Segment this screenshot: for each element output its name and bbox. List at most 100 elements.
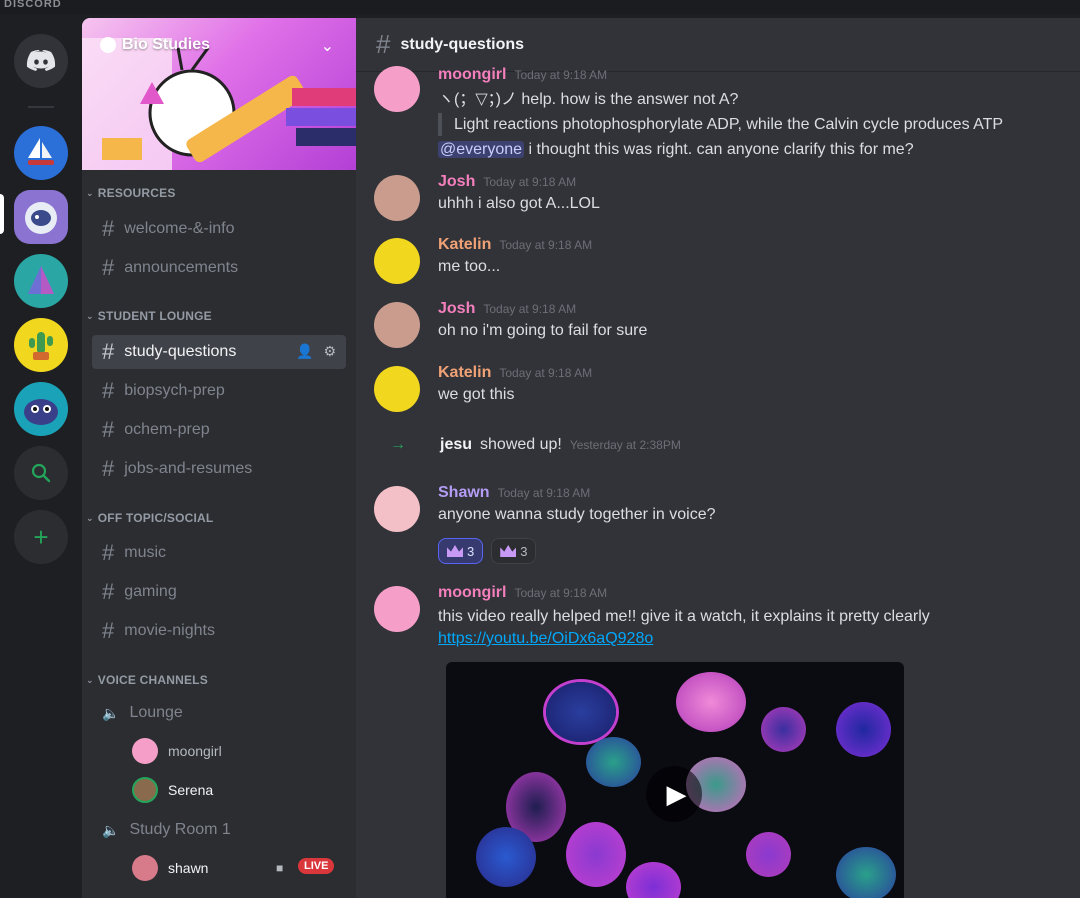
cell-image (566, 822, 626, 887)
avatar[interactable] (374, 175, 420, 221)
message-body: this video really helped me!! give it a … (438, 606, 930, 650)
category-resources[interactable]: ⌄ RESOURCES (86, 186, 176, 200)
chat-area: # study-questions moongirl Today at 9:18… (356, 18, 1080, 898)
server-shapes[interactable] (14, 254, 68, 308)
channel-gaming[interactable]: # gaming (92, 575, 346, 609)
channel-jobs[interactable]: # jobs-and-resumes (92, 452, 346, 486)
avatar[interactable] (374, 238, 420, 284)
hash-icon: # (376, 29, 391, 59)
hash-icon: # (102, 540, 115, 565)
voice-channel-study-room[interactable]: 🔈 Study Room 1 (92, 814, 346, 846)
explore-servers-button[interactable] (14, 446, 68, 500)
plus-icon: + (33, 522, 49, 552)
category-student-lounge[interactable]: ⌄ STUDENT LOUNGE (86, 309, 212, 323)
channel-music[interactable]: # music (92, 536, 346, 570)
channel-title: study-questions (400, 35, 525, 53)
username[interactable]: Katelin (438, 236, 491, 254)
cell-image (836, 847, 896, 898)
video-embed[interactable]: ▶ (446, 662, 904, 898)
channel-label: music (124, 544, 167, 561)
channel-movie-nights[interactable]: # movie-nights (92, 614, 346, 648)
cell-image (586, 737, 641, 787)
home-button[interactable] (14, 34, 68, 88)
avatar[interactable] (374, 586, 420, 632)
message-text: oh no i'm going to fail for sure (438, 322, 648, 339)
reaction-button[interactable]: 3 (438, 538, 484, 564)
message-header: Josh Today at 9:18 AM (438, 300, 576, 318)
message-text: uhhh i also got A...LOL (438, 195, 600, 212)
message-text: me too... (438, 258, 501, 275)
voice-channel-lounge[interactable]: 🔈 Lounge (92, 697, 346, 729)
channel-label: welcome-&-info (124, 220, 235, 237)
channel-biopsych[interactable]: # biopsych-prep (92, 374, 346, 408)
channel-label: gaming (124, 583, 177, 600)
discord-logo-icon (26, 50, 56, 71)
server-name-label: Bio Studies (122, 36, 211, 53)
server-bio-studies[interactable] (14, 190, 68, 244)
play-button[interactable]: ▶ (646, 766, 702, 822)
server-creature[interactable] (14, 382, 68, 436)
voice-user[interactable]: shawn ■ LIVE (132, 853, 335, 883)
add-server-button[interactable]: + (14, 510, 68, 564)
server-cactus[interactable] (14, 318, 68, 372)
channel-ochem[interactable]: # ochem-prep (92, 413, 346, 447)
voice-user[interactable]: Serena (132, 775, 213, 805)
caret-icon: ⌄ (86, 674, 94, 685)
channel-study-questions[interactable]: # study-questions 👤 ⚙ (92, 335, 346, 369)
arrow-right-icon: → (390, 436, 406, 453)
avatar[interactable] (374, 366, 420, 412)
username[interactable]: moongirl (438, 66, 506, 84)
username[interactable]: Josh (438, 173, 475, 191)
voice-user[interactable]: moongirl (132, 736, 222, 766)
join-message: → jesu showed up! Yesterday at 2:38PM (390, 436, 681, 454)
chevron-down-icon[interactable]: ⌄ (321, 36, 334, 56)
invite-icon[interactable]: 👤 (296, 343, 313, 360)
cell-image (746, 832, 791, 877)
username[interactable]: Shawn (438, 484, 490, 502)
channel-welcome[interactable]: # welcome-&-info (92, 212, 346, 246)
message-text: i thought this was right. can anyone cla… (524, 141, 914, 158)
server-boat[interactable] (14, 126, 68, 180)
category-off-topic[interactable]: ⌄ OFF TOPIC/SOCIAL (86, 511, 213, 525)
message-header: moongirl Today at 9:18 AM (438, 584, 607, 602)
avatar[interactable] (374, 486, 420, 532)
username[interactable]: Katelin (438, 364, 491, 382)
channel-announcements[interactable]: # announcements (92, 251, 346, 285)
server-banner[interactable]: Bio Studies ⌄ (82, 18, 356, 170)
voice-user-name: shawn (168, 860, 209, 876)
username[interactable]: moongirl (438, 584, 506, 602)
username[interactable]: Josh (438, 300, 475, 318)
cell-image (761, 707, 806, 752)
cell-image (836, 702, 891, 757)
video-link[interactable]: https://youtu.be/OiDx6aQ928o (438, 628, 930, 650)
timestamp: Today at 9:18 AM (483, 175, 577, 189)
gear-icon[interactable]: ⚙ (323, 343, 336, 360)
cell-image (476, 827, 536, 887)
server-name[interactable]: Bio Studies (100, 36, 210, 54)
camera-icon: ■ (276, 861, 284, 875)
channel-label: announcements (124, 259, 239, 276)
message-header: Shawn Today at 9:18 AM (438, 484, 590, 502)
crown-emoji-icon (447, 545, 463, 557)
username[interactable]: jesu (440, 436, 472, 454)
rail-separator (28, 106, 54, 108)
message-header: moongirl Today at 9:18 AM (438, 66, 607, 84)
avatar[interactable] (374, 302, 420, 348)
avatar[interactable] (374, 66, 420, 112)
live-badge: LIVE (298, 858, 335, 874)
category-label: RESOURCES (97, 186, 176, 200)
message-header: Katelin Today at 9:18 AM (438, 364, 592, 382)
category-label: OFF TOPIC/SOCIAL (97, 511, 214, 525)
reaction-count: 3 (520, 543, 528, 559)
timestamp: Today at 9:18 AM (499, 366, 593, 380)
reaction-button[interactable]: 3 (491, 538, 537, 564)
channel-sidebar: Bio Studies ⌄ ⌄ RESOURCES # welcome-&-info… (82, 18, 356, 898)
timestamp: Today at 9:18 AM (514, 68, 608, 82)
category-voice[interactable]: ⌄ VOICE CHANNELS (86, 673, 208, 687)
message-body: ヽ(；▽；)ノ help. how is the answer not A? L… (438, 88, 1003, 161)
mention[interactable]: @everyone (438, 141, 525, 158)
play-icon: ▶ (666, 778, 687, 809)
caret-icon: ⌄ (86, 310, 94, 321)
message-header: Josh Today at 9:18 AM (438, 173, 576, 191)
channel-label: jobs-and-resumes (124, 460, 253, 477)
